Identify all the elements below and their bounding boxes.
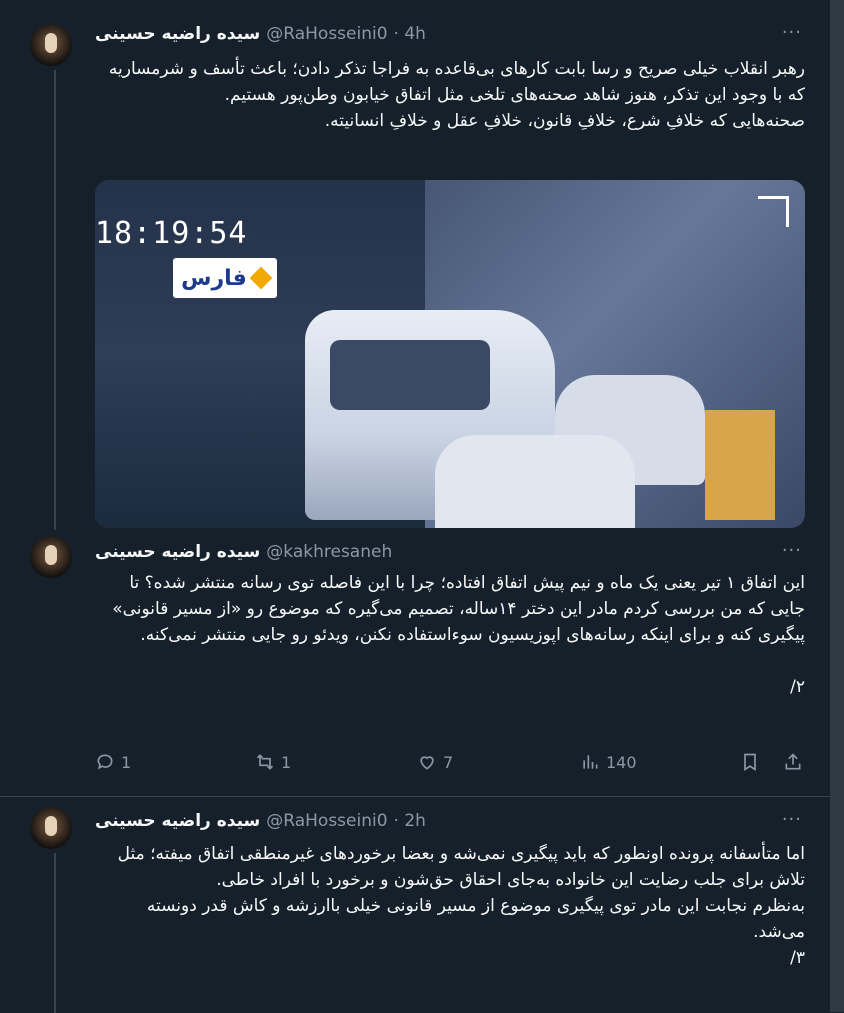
like-count: 7: [443, 752, 454, 772]
author-handle[interactable]: @RaHosseini0: [266, 24, 387, 44]
timestamp[interactable]: · 4h: [394, 24, 426, 44]
tweet-header: سیده راضیه حسینی @kakhresaneh: [95, 540, 392, 564]
scrollbar-track[interactable]: [830, 0, 844, 1012]
reply-count: 1: [121, 752, 132, 772]
bookmark-icon: [744, 753, 756, 772]
tweet-header: سیده راضیه حسینی @RaHosseini0 · 2h: [95, 809, 426, 833]
avatar[interactable]: [30, 807, 72, 849]
frame-corner: [758, 196, 789, 227]
tweet-header: سیده راضیه حسینی @RaHosseini0 · 4h: [95, 22, 426, 46]
fars-logo: فارس: [173, 258, 277, 298]
reply-button[interactable]: 1: [95, 752, 131, 772]
thread-line: [54, 70, 56, 530]
more-icon[interactable]: ···: [782, 540, 802, 561]
more-icon[interactable]: ···: [782, 809, 802, 830]
more-icon[interactable]: ···: [782, 22, 802, 43]
diamond-icon: [249, 266, 273, 290]
van-window: [330, 340, 490, 410]
author-name[interactable]: سیده راضیه حسینی: [95, 542, 260, 562]
avatar[interactable]: [30, 24, 72, 66]
share-icon: [785, 753, 801, 770]
utility-box: [705, 410, 775, 520]
bookmark-button[interactable]: [740, 752, 760, 772]
heart-icon: [420, 756, 434, 770]
tweet-text: اما متأسفانه پرونده اونطور که باید پیگیر…: [117, 844, 805, 968]
share-button[interactable]: [783, 752, 803, 772]
timestamp[interactable]: · 2h: [394, 811, 426, 831]
tweet-text: رهبر انقلاب خیلی صریح و رسا بابت کارهای …: [108, 59, 805, 131]
avatar[interactable]: [30, 536, 72, 578]
thread-line: [54, 853, 56, 1013]
view-count: 140: [606, 752, 637, 772]
car-shape: [435, 435, 635, 528]
tweet-actions: 1 1 7 140: [95, 752, 810, 776]
views-chart-icon: [583, 755, 598, 769]
author-name[interactable]: سیده راضیه حسینی: [95, 811, 260, 831]
tweet-3[interactable]: سیده راضیه حسینی @RaHosseini0 · 2h ··· ا…: [0, 797, 830, 1013]
reply-icon: [97, 754, 113, 770]
retweet-button[interactable]: 1: [255, 752, 291, 772]
tweet-text: این اتفاق ۱ تیر یعنی یک ماه و نیم پیش ات…: [112, 573, 805, 697]
author-name[interactable]: سیده راضیه حسینی: [95, 24, 260, 44]
logo-text: فارس: [181, 265, 247, 291]
retweet-count: 1: [281, 752, 292, 772]
tweet-1[interactable]: سیده راضیه حسینی @RaHosseini0 · 4h ··· ر…: [0, 0, 830, 530]
views-button[interactable]: 140: [580, 752, 637, 772]
retweet-icon: [256, 754, 274, 770]
author-handle[interactable]: @kakhresaneh: [266, 542, 392, 562]
video-timestamp: 18:19:54: [95, 216, 248, 251]
video-thumbnail[interactable]: 18:19:54 فارس: [95, 180, 805, 528]
author-handle[interactable]: @RaHosseini0: [266, 811, 387, 831]
like-button[interactable]: 7: [417, 752, 453, 772]
